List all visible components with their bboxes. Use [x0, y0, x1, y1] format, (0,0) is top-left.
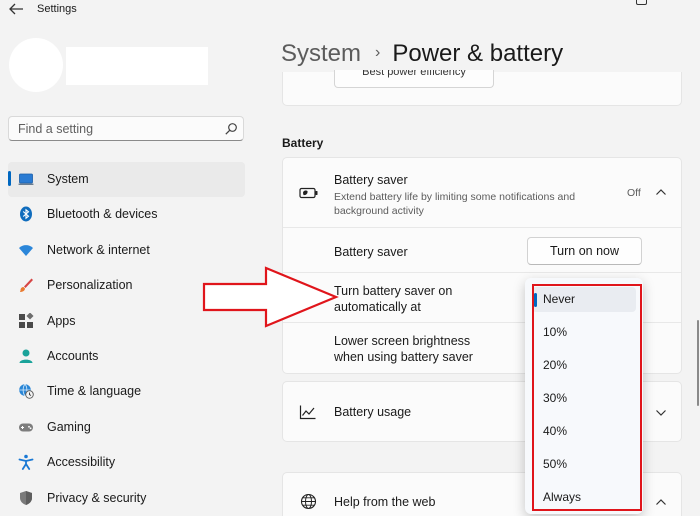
power-mode-card: Best power efficiency	[282, 70, 682, 106]
sidebar-nav: System Bluetooth & devices Network & int…	[8, 162, 245, 516]
section-title-battery: Battery	[282, 136, 324, 150]
help-from-web-label: Help from the web	[334, 495, 436, 509]
chevron-up-icon[interactable]	[655, 188, 667, 196]
lower-brightness-label-line1: Lower screen brightness	[334, 334, 471, 348]
bluetooth-icon	[20, 206, 32, 222]
power-mode-select-label: Best power efficiency	[362, 70, 466, 78]
chart-line-icon	[299, 405, 316, 420]
gamepad-icon	[19, 423, 33, 432]
sidebar-item-time-language[interactable]: Time & language	[8, 374, 245, 409]
auto-battery-saver-label-line1: Turn battery saver on	[334, 284, 453, 298]
sidebar-item-label: Apps	[47, 313, 76, 328]
sidebar-item-gaming[interactable]: Gaming	[8, 410, 245, 445]
lower-brightness-label-line2: when using battery saver	[334, 350, 473, 364]
sidebar-item-label: Gaming	[47, 419, 91, 434]
brush-icon	[20, 278, 33, 293]
breadcrumb: System › Power & battery	[281, 40, 563, 72]
sidebar-item-bluetooth[interactable]: Bluetooth & devices	[8, 197, 245, 232]
auto-battery-saver-label-line2: automatically at	[334, 300, 421, 314]
auto-battery-saver-label: Turn battery saver on automatically at	[334, 283, 452, 315]
battery-saver-row-label: Battery saver	[334, 245, 408, 259]
title-bar: Settings	[0, 0, 700, 22]
sidebar-item-label: Accounts	[47, 348, 99, 363]
person-icon	[19, 349, 33, 363]
sidebar-item-label: Privacy & security	[47, 490, 147, 505]
apps-icon	[19, 312, 34, 328]
turn-on-now-button[interactable]: Turn on now	[527, 237, 642, 265]
sidebar-item-system[interactable]: System	[8, 162, 245, 198]
sidebar-item-privacy[interactable]: Privacy & security	[8, 481, 245, 516]
sidebar-item-accessibility[interactable]: Accessibility	[8, 445, 245, 480]
sidebar-item-label: Accessibility	[47, 455, 116, 470]
search-icon[interactable]	[224, 122, 238, 136]
wifi-icon	[19, 244, 33, 256]
power-mode-select[interactable]: Best power efficiency	[334, 70, 494, 88]
battery-saver-title: Battery saver	[334, 173, 408, 187]
breadcrumb-parent-link[interactable]: System	[281, 40, 361, 67]
sidebar-item-label: Network & internet	[47, 242, 150, 257]
avatar[interactable]	[9, 38, 63, 92]
shield-icon	[20, 490, 32, 505]
chevron-up-icon[interactable]	[655, 498, 667, 506]
sidebar-item-accounts[interactable]: Accounts	[8, 339, 245, 374]
battery-usage-label: Battery usage	[334, 405, 412, 419]
lower-brightness-label: Lower screen brightness when using batte…	[334, 333, 473, 365]
laptop-icon	[18, 173, 34, 185]
sidebar-item-label: Time & language	[47, 384, 142, 399]
accessibility-icon	[18, 454, 34, 471]
battery-saver-row: Battery saver Turn on now	[283, 228, 681, 273]
search-box[interactable]	[8, 116, 244, 141]
sidebar-item-label: Bluetooth & devices	[47, 207, 158, 222]
globe-icon	[300, 493, 317, 510]
battery-saver-status: Off	[627, 187, 641, 199]
back-arrow-icon[interactable]	[7, 1, 25, 17]
sidebar-item-network[interactable]: Network & internet	[8, 233, 245, 268]
search-input[interactable]	[9, 117, 219, 140]
globe-clock-icon	[19, 384, 34, 400]
battery-saver-icon	[299, 187, 318, 199]
annotation-highlight-box	[532, 284, 642, 511]
maximize-button[interactable]	[636, 0, 647, 5]
user-name-redacted	[66, 47, 208, 85]
sidebar-item-label: System	[47, 172, 89, 186]
sidebar-item-label: Personalization	[47, 278, 133, 293]
scrollbar-thumb[interactable]	[697, 320, 699, 406]
battery-saver-header[interactable]: Battery saver Extend battery life by lim…	[283, 158, 681, 228]
page-title: Power & battery	[392, 40, 564, 67]
breadcrumb-separator: ›	[375, 44, 381, 61]
app-title: Settings	[37, 3, 77, 15]
battery-saver-description: Extend battery life by limiting some not…	[334, 191, 576, 217]
annotation-arrow-icon	[202, 266, 339, 328]
chevron-down-icon[interactable]	[655, 409, 667, 417]
